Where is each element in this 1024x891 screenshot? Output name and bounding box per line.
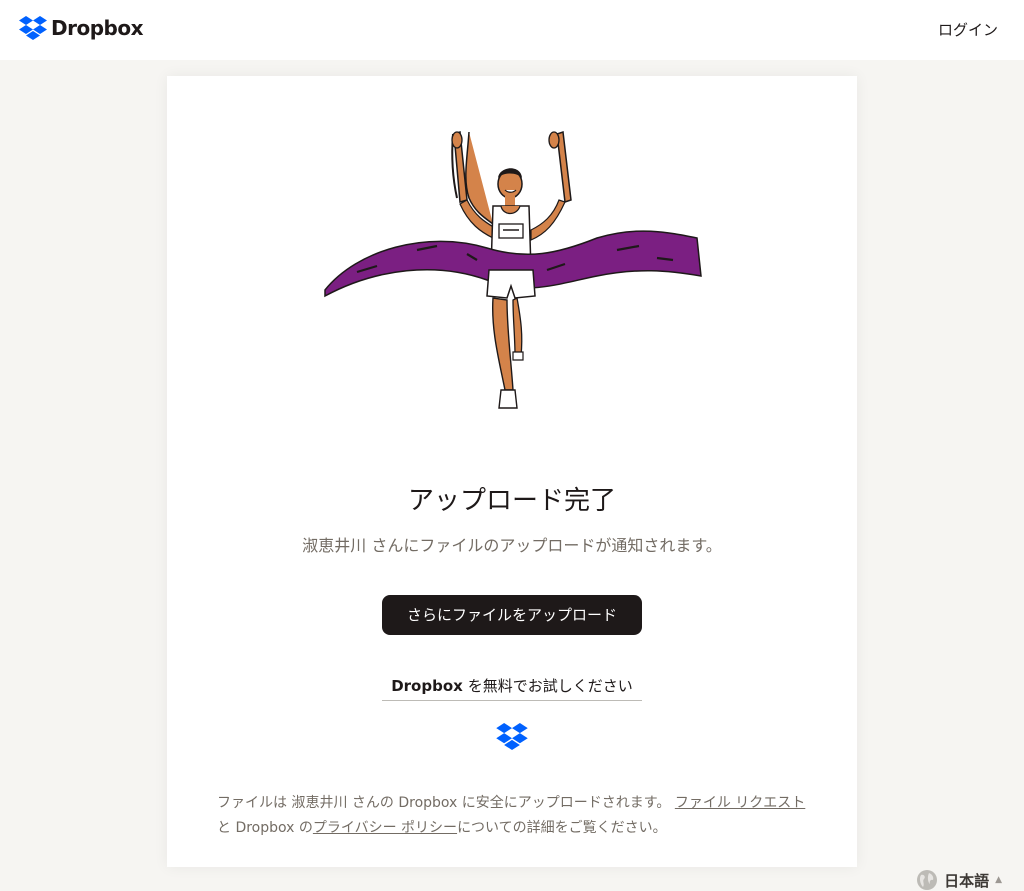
upload-more-files-button[interactable]: さらにファイルをアップロード xyxy=(382,595,642,635)
security-note-text-2: と Dropbox の xyxy=(217,820,313,836)
caret-up-icon: ▲ xyxy=(995,875,1002,885)
security-note: ファイルは 淑恵井川 さんの Dropbox に安全にアップロードされます。 フ… xyxy=(217,791,807,841)
security-note-text: ファイルは 淑恵井川 さんの Dropbox に安全にアップロードされます。 xyxy=(217,795,671,811)
file-request-link[interactable]: ファイル リクエスト xyxy=(675,795,805,811)
try-free-brand: Dropbox xyxy=(391,677,463,695)
try-dropbox-free-link[interactable]: Dropbox を無料でお試しください xyxy=(382,675,642,701)
dropbox-home-link[interactable]: Dropbox xyxy=(19,16,143,40)
privacy-policy-link[interactable]: プライバシー ポリシー xyxy=(313,820,457,836)
globe-icon xyxy=(917,870,938,890)
language-selector[interactable]: 日本語 ▲ xyxy=(916,869,1002,891)
security-note-text-3: についての詳細をご覧ください。 xyxy=(457,820,667,836)
runner-finish-line-illustration xyxy=(324,130,702,409)
login-link[interactable]: ログイン xyxy=(938,19,998,40)
upload-complete-card: アップロード完了 淑恵井川 さんにファイルのアップロードが通知されます。 さらに… xyxy=(167,76,857,867)
dropbox-logo-icon xyxy=(496,723,528,750)
try-free-label: を無料でお試しください xyxy=(467,677,633,695)
language-label: 日本語 xyxy=(944,871,990,890)
top-bar: Dropbox ログイン xyxy=(0,0,1024,60)
dropbox-logo-icon xyxy=(19,16,47,40)
notification-message: 淑恵井川 さんにファイルのアップロードが通知されます。 xyxy=(302,536,722,555)
brand-name: Dropbox xyxy=(51,16,143,40)
page-title: アップロード完了 xyxy=(407,486,616,516)
